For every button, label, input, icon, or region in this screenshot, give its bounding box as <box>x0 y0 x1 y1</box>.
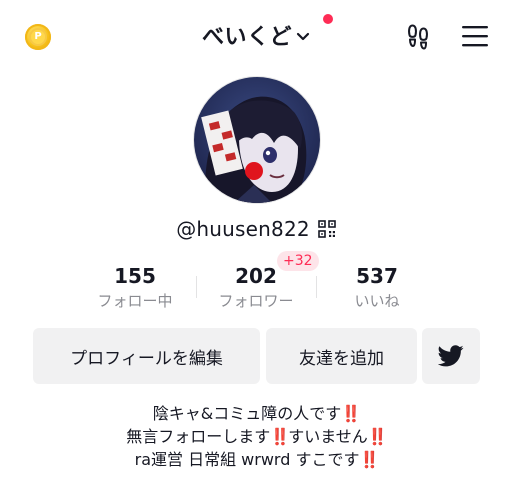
double-exclamation-icon: ‼️ <box>359 450 379 469</box>
following-count: 155 <box>114 264 156 288</box>
bio-line-1: 陰キャ&コミュ障の人です‼️ <box>0 402 512 425</box>
likes-count: 537 <box>356 264 398 288</box>
bio: 陰キャ&コミュ障の人です‼️ 無言フォローします‼️すいません‼️ ra運営 日… <box>0 402 512 471</box>
stat-divider <box>196 276 197 298</box>
bio-line-3: ra運営 日常組 wrwrd すこです‼️ <box>0 448 512 471</box>
twitter-button[interactable] <box>422 328 480 384</box>
bio-text-3: ra運営 日常組 wrwrd すこです <box>134 450 360 469</box>
avatar[interactable] <box>193 76 321 204</box>
qr-code-icon[interactable] <box>317 220 336 238</box>
chevron-down-icon <box>296 32 310 41</box>
username-row: @huusen822 <box>0 214 512 244</box>
header: べいくど <box>0 18 512 52</box>
footprint-icon[interactable] <box>404 22 432 50</box>
stat-following[interactable]: 155 フォロー中 <box>75 262 195 311</box>
following-label: フォロー中 <box>97 292 173 310</box>
followers-label: フォロワー <box>218 292 294 310</box>
account-name: べいくど <box>201 25 292 50</box>
edit-profile-button[interactable]: プロフィールを編集 <box>33 328 260 384</box>
add-friends-button[interactable]: 友達を追加 <box>266 328 417 384</box>
double-exclamation-icon: ‼️ <box>270 427 290 446</box>
bio-text-2b: すいません <box>288 427 368 446</box>
new-followers-badge: +32 <box>277 251 319 271</box>
likes-label: いいね <box>354 292 400 310</box>
stat-likes[interactable]: 537 いいね <box>317 262 437 311</box>
hamburger-menu-icon[interactable] <box>462 24 488 48</box>
twitter-bird-icon <box>438 345 464 367</box>
bio-text-1: 陰キャ&コミュ障の人です <box>152 404 342 423</box>
bio-text-2a: 無言フォローします <box>126 427 271 446</box>
avatar-image <box>194 77 320 203</box>
username: @huusen822 <box>176 217 310 241</box>
double-exclamation-icon: ‼️ <box>367 427 388 446</box>
notification-dot <box>323 14 333 24</box>
bio-line-2: 無言フォローします‼️すいません‼️ <box>0 425 512 448</box>
double-exclamation-icon: ‼️ <box>341 404 361 423</box>
stat-divider <box>316 276 317 298</box>
account-switcher[interactable]: べいくど <box>202 19 310 51</box>
profile-stats: 155 フォロー中 202 フォロワー 537 いいね <box>0 262 512 312</box>
